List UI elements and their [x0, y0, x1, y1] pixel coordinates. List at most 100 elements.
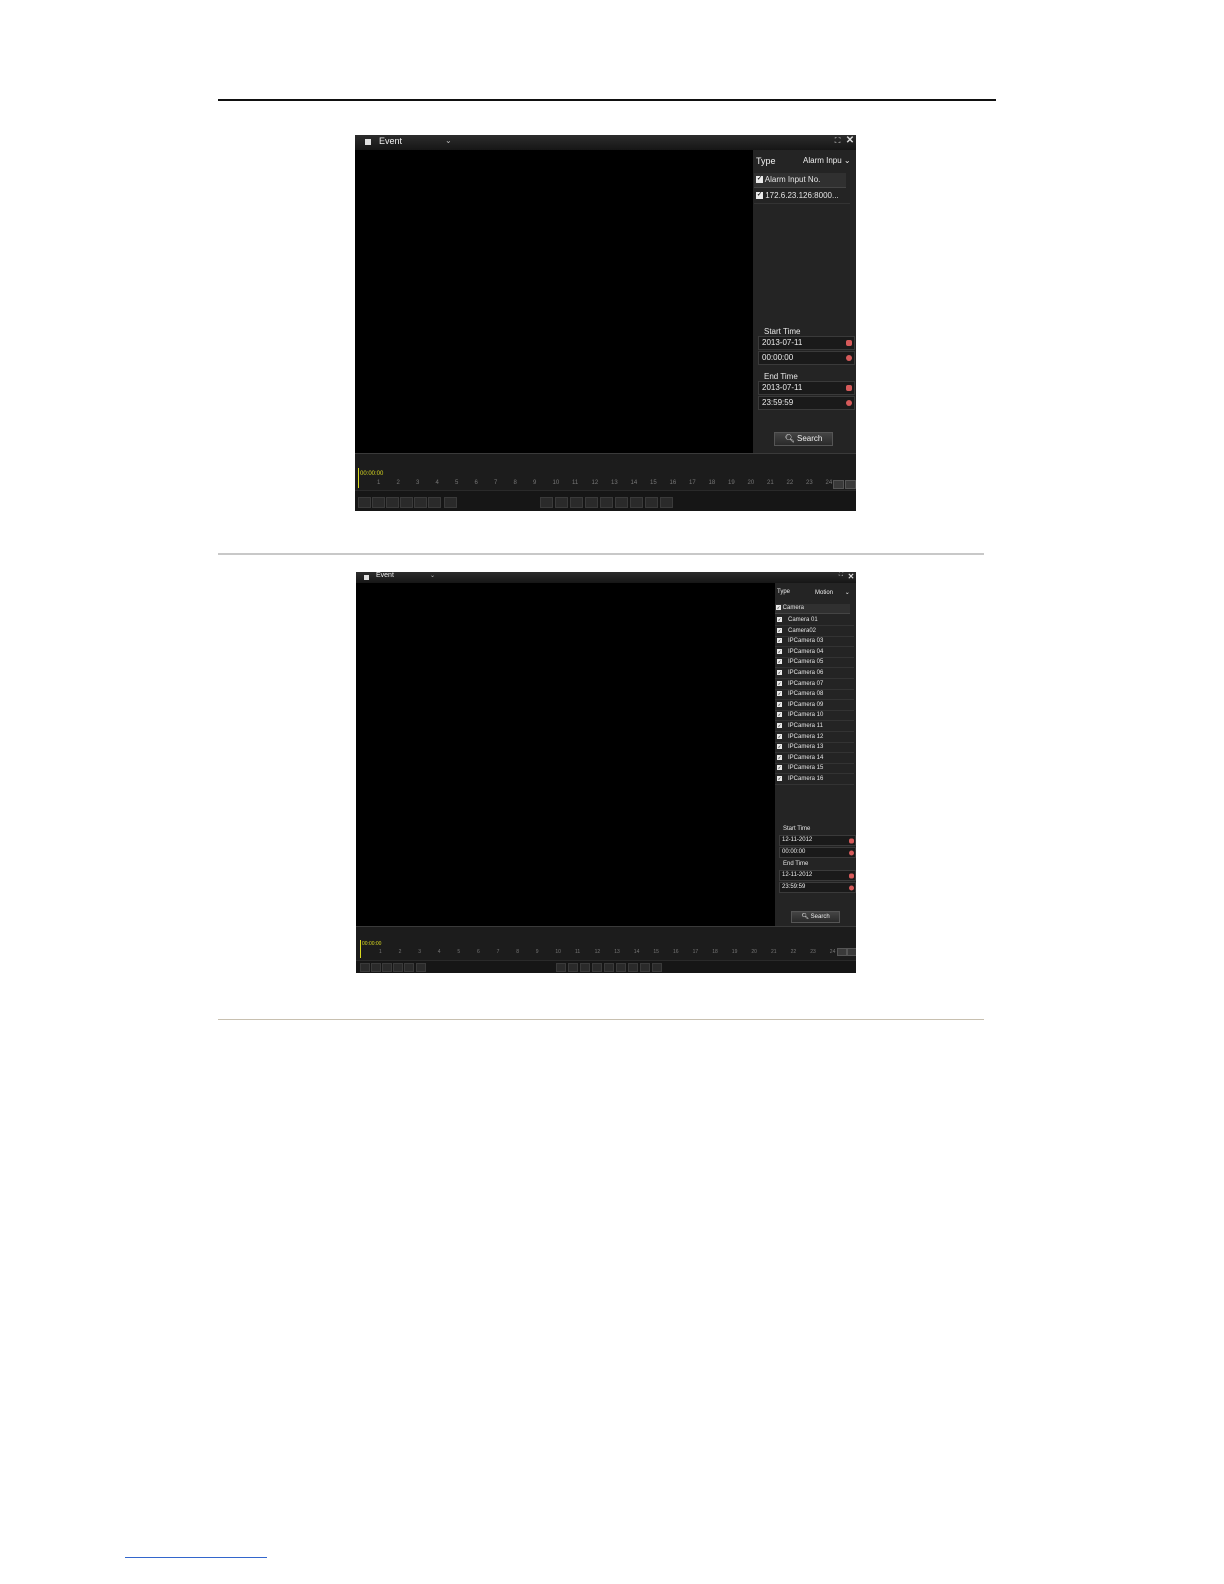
checkbox-checked-icon[interactable]: ✓: [777, 733, 782, 739]
start-date-field[interactable]: 12-11-2012: [779, 835, 856, 846]
chevron-down-icon[interactable]: ⌄: [445, 136, 452, 145]
timeline-cursor[interactable]: [358, 468, 359, 488]
list-item[interactable]: ✓ IPCamera 11: [775, 721, 854, 732]
playback-button[interactable]: [540, 497, 553, 508]
list-item[interactable]: ✓ IPCamera 08: [775, 689, 854, 701]
list-item[interactable]: ✓ 172.6.23.126:8000...: [754, 189, 850, 204]
zoom-out-button[interactable]: [847, 948, 856, 956]
end-time-field[interactable]: 23:59:59: [758, 396, 855, 410]
list-item[interactable]: ✓ IPCamera 13: [775, 742, 854, 754]
list-item[interactable]: ✓ IPCamera 14: [775, 753, 854, 764]
clock-icon[interactable]: [846, 400, 852, 406]
list-item[interactable]: ✓ Camera 01: [775, 615, 854, 626]
close-icon[interactable]: ✕: [847, 572, 855, 582]
playback-button[interactable]: [592, 963, 602, 972]
list-item[interactable]: ✓ IPCamera 05: [775, 657, 854, 669]
playback-button[interactable]: [652, 963, 662, 972]
checkbox-checked-icon[interactable]: ✓: [777, 754, 782, 760]
list-item[interactable]: ✓ Camera02: [775, 626, 854, 637]
playback-button[interactable]: [660, 497, 673, 508]
checkbox-checked-icon[interactable]: ✓: [777, 659, 782, 665]
checkbox-checked-icon[interactable]: ✓: [777, 712, 782, 718]
close-icon[interactable]: ✕: [845, 135, 855, 148]
checkbox-checked-icon[interactable]: ✓: [777, 765, 782, 771]
window-title[interactable]: Event: [376, 572, 394, 579]
checkbox-checked-icon[interactable]: ✓: [777, 744, 782, 750]
checkbox-checked-icon[interactable]: ✓: [776, 604, 781, 610]
control-button[interactable]: [360, 963, 370, 972]
list-item[interactable]: ✓ IPCamera 16: [775, 774, 854, 785]
checkbox-checked-icon[interactable]: ✓: [777, 680, 782, 686]
calendar-icon[interactable]: [846, 340, 852, 346]
control-button[interactable]: [414, 497, 427, 508]
checkbox-checked-icon[interactable]: ✓: [777, 669, 782, 675]
checkbox-checked-icon[interactable]: ✓: [777, 722, 782, 728]
list-item[interactable]: ✓ IPCamera 12: [775, 732, 854, 743]
timeline[interactable]: 00:00:00 1 2 3 4 5 6 7 8 9 10 11 12 13 14 15 16 17 18 19 20…: [355, 453, 856, 491]
playback-button[interactable]: [570, 497, 583, 508]
playback-button[interactable]: [628, 963, 638, 972]
playback-button[interactable]: [640, 963, 650, 972]
control-button[interactable]: [404, 963, 414, 972]
control-button[interactable]: [371, 963, 381, 972]
end-time-field[interactable]: 23:59:59: [779, 882, 856, 893]
start-time-field[interactable]: 00:00:00: [758, 351, 855, 365]
playback-button[interactable]: [555, 497, 568, 508]
window-title[interactable]: Event: [379, 136, 402, 146]
control-button[interactable]: [382, 963, 392, 972]
type-select[interactable]: Alarm Inpu ⌄: [803, 156, 851, 165]
list-item[interactable]: ✓ IPCamera 06: [775, 668, 854, 679]
search-button[interactable]: 🔍︎ Search: [791, 911, 840, 923]
checkbox-checked-icon[interactable]: ✓: [777, 701, 782, 707]
list-item[interactable]: ✓ IPCamera 03: [775, 636, 854, 648]
start-time-field[interactable]: 00:00:00: [779, 847, 856, 858]
end-date-field[interactable]: 2013-07-11: [758, 381, 855, 395]
checkbox-checked-icon[interactable]: ✓: [777, 775, 782, 781]
playback-button[interactable]: [568, 963, 578, 972]
playback-button[interactable]: [580, 963, 590, 972]
maximize-icon[interactable]: ⛶: [833, 136, 842, 147]
list-item[interactable]: ✓ IPCamera 07: [775, 679, 854, 690]
zoom-in-button[interactable]: [837, 948, 847, 956]
checkbox-checked-icon[interactable]: ✓: [756, 192, 763, 200]
video-area[interactable]: [356, 583, 775, 926]
playback-button[interactable]: [585, 497, 598, 508]
control-button[interactable]: [372, 497, 385, 508]
video-area[interactable]: [355, 150, 753, 453]
checkbox-checked-icon[interactable]: ✓: [777, 648, 782, 654]
list-item[interactable]: ✓ IPCamera 10: [775, 710, 854, 722]
end-date-field[interactable]: 12-11-2012: [779, 870, 856, 881]
start-date-field[interactable]: 2013-07-11: [758, 336, 855, 350]
checkbox-checked-icon[interactable]: ✓: [777, 627, 782, 633]
zoom-out-button[interactable]: [845, 480, 856, 489]
playback-button[interactable]: [556, 963, 566, 972]
list-item[interactable]: ✓ IPCamera 04: [775, 647, 854, 658]
playback-button[interactable]: [645, 497, 658, 508]
playback-button[interactable]: [615, 497, 628, 508]
control-button[interactable]: [444, 497, 457, 508]
clock-icon[interactable]: [849, 850, 854, 855]
type-select[interactable]: Motion ⌄: [815, 589, 850, 596]
menu-icon[interactable]: [364, 575, 369, 580]
control-button[interactable]: [358, 497, 371, 508]
control-button[interactable]: [428, 497, 441, 508]
playback-button[interactable]: [616, 963, 626, 972]
control-button[interactable]: [400, 497, 413, 508]
calendar-icon[interactable]: [849, 838, 854, 843]
playback-button[interactable]: [600, 497, 613, 508]
checkbox-checked-icon[interactable]: ✓: [777, 691, 782, 697]
maximize-icon[interactable]: ⛶: [837, 572, 845, 582]
clock-icon[interactable]: [849, 885, 854, 890]
menu-icon[interactable]: [365, 139, 371, 145]
control-button[interactable]: [386, 497, 399, 508]
list-header[interactable]: ✓ Camera: [775, 604, 850, 614]
control-button[interactable]: [416, 963, 426, 972]
calendar-icon[interactable]: [849, 873, 854, 878]
clock-icon[interactable]: [846, 355, 852, 361]
control-button[interactable]: [393, 963, 403, 972]
list-header[interactable]: ✓ Alarm Input No.: [754, 173, 846, 188]
timeline-cursor[interactable]: [360, 940, 361, 958]
chevron-down-icon[interactable]: ⌄: [430, 572, 435, 579]
calendar-icon[interactable]: [846, 385, 852, 391]
list-item[interactable]: ✓ IPCamera 15: [775, 763, 854, 775]
